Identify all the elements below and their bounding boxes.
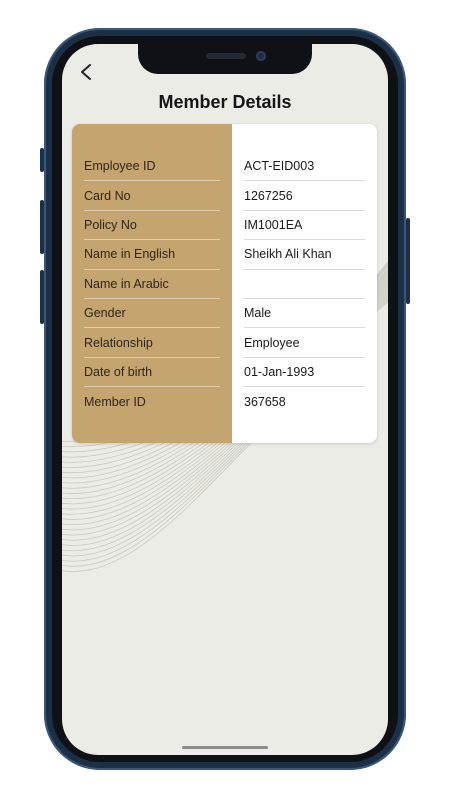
chevron-left-icon (81, 64, 91, 80)
detail-value: IM1001EA (244, 211, 365, 241)
home-indicator[interactable] (182, 746, 268, 749)
detail-row: Card No 1267256 (72, 181, 377, 211)
detail-value: Male (244, 299, 365, 329)
detail-label: Member ID (84, 394, 146, 409)
detail-value: ACT-EID003 (244, 152, 365, 182)
speaker-grille (206, 53, 246, 59)
detail-label: Employee ID (84, 152, 220, 182)
detail-value: 01-Jan-1993 (244, 358, 365, 388)
detail-row: Name in Arabic (72, 270, 377, 299)
details-list: Employee ID ACT-EID003 Card No 1267256 Polic… (72, 152, 377, 417)
app-screen: Member Details Employee ID ACT-EID003 Card… (62, 44, 388, 755)
detail-label: Relationship (84, 328, 220, 358)
detail-row: Policy No IM1001EA (72, 211, 377, 241)
detail-label: Name in English (84, 240, 220, 270)
member-details-card: Employee ID ACT-EID003 Card No 1267256 Polic… (72, 124, 377, 443)
detail-row: Gender Male (72, 299, 377, 329)
power-button (406, 218, 410, 304)
front-camera (256, 51, 266, 61)
detail-row: Date of birth 01-Jan-1993 (72, 358, 377, 388)
detail-label: Card No (84, 181, 220, 211)
detail-row: Relationship Employee (72, 328, 377, 358)
silent-switch (40, 148, 44, 172)
detail-label: Gender (84, 299, 220, 329)
detail-label: Date of birth (84, 358, 220, 388)
volume-down-button (40, 270, 44, 324)
detail-label: Policy No (84, 211, 220, 241)
volume-up-button (40, 200, 44, 254)
detail-row: Member ID 367658 (72, 387, 377, 416)
page-title: Member Details (158, 92, 292, 112)
detail-value: 1267256 (244, 181, 365, 211)
back-button[interactable] (74, 60, 98, 84)
detail-row: Name in English Sheikh Ali Khan (72, 240, 377, 270)
detail-value (244, 270, 365, 299)
detail-row: Employee ID ACT-EID003 (72, 152, 377, 182)
detail-value: 367658 (244, 394, 286, 409)
detail-label: Name in Arabic (84, 270, 220, 299)
detail-value: Employee (244, 328, 365, 358)
notch (138, 44, 312, 74)
detail-value: Sheikh Ali Khan (244, 240, 365, 270)
